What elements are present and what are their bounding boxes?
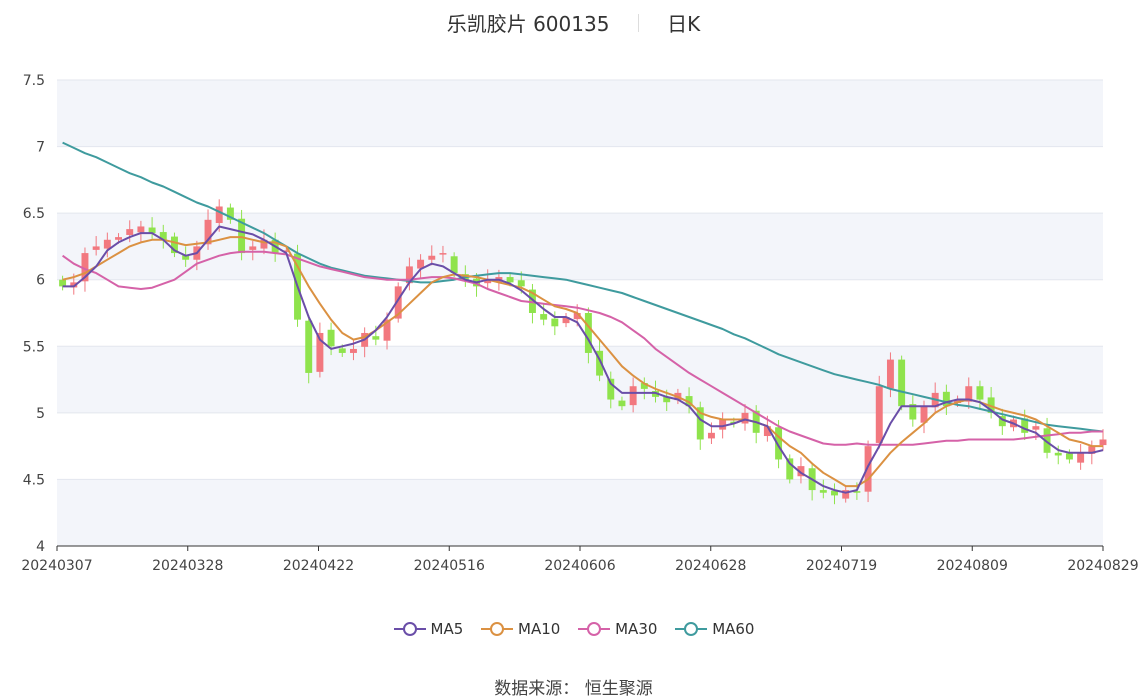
candle-body <box>786 458 794 480</box>
candle-body <box>126 229 134 235</box>
candle-body <box>137 226 145 233</box>
legend-label-ma60: MA60 <box>712 620 755 638</box>
x-tick-label: 20240719 <box>806 558 877 574</box>
candle-body <box>864 446 872 492</box>
ma60-legend-icon <box>675 622 708 636</box>
y-tick-label: 6.5 <box>23 206 45 222</box>
candle-body <box>506 277 514 283</box>
candle-body <box>1065 453 1073 460</box>
candle-body <box>719 419 727 430</box>
candle-body <box>428 255 436 260</box>
candle-body <box>439 253 447 255</box>
candle-body <box>115 237 122 240</box>
ma5-legend-icon <box>393 622 426 636</box>
legend-label-ma5: MA5 <box>430 620 464 638</box>
candle-body <box>551 318 559 327</box>
candle-body <box>1077 452 1085 463</box>
candle-body <box>707 432 715 439</box>
plot-band <box>57 213 1103 280</box>
candle-body <box>1054 452 1062 456</box>
candle-body <box>215 206 223 223</box>
x-tick-label: 20240328 <box>152 558 223 574</box>
x-tick-label: 20240307 <box>21 558 92 574</box>
candle-body <box>59 279 67 287</box>
candle-body <box>584 313 592 353</box>
legend-item-ma10[interactable]: MA10 <box>480 620 560 638</box>
legend-item-ma60[interactable]: MA60 <box>674 620 754 638</box>
legend-label-ma10: MA10 <box>518 620 561 638</box>
candle-body <box>898 359 906 407</box>
y-tick-label: 4 <box>36 539 45 555</box>
legend-item-ma5[interactable]: MA5 <box>393 620 464 638</box>
period-label[interactable]: 日K <box>667 8 700 37</box>
candle-body <box>875 386 883 443</box>
candle-body <box>886 359 894 389</box>
plot-band <box>57 80 1103 147</box>
candle-body <box>103 239 111 249</box>
y-tick-label: 4.5 <box>23 472 45 488</box>
candle-body <box>349 348 357 353</box>
x-tick-label: 20240829 <box>1067 558 1138 574</box>
y-tick-label: 5 <box>36 406 45 422</box>
title-separator <box>637 13 639 32</box>
x-tick-label: 20240516 <box>414 558 485 574</box>
kline-chart: 4 4.5 5 5.5 6 6.5 7 7.5 20240307 20240328 20240422… <box>21 73 1138 574</box>
y-tick-label: 7 <box>36 140 45 156</box>
chart-legend: MA5 MA10 MA30 MA60 <box>0 620 1147 641</box>
legend-item-ma30[interactable]: MA30 <box>577 620 657 638</box>
candle-body <box>1032 426 1040 430</box>
candle-body <box>517 280 525 287</box>
candle-body <box>976 386 984 400</box>
plot-band <box>57 479 1103 546</box>
stock-name-code: 乐凯胶片 600135 <box>446 12 610 36</box>
candle-body <box>618 400 626 407</box>
data-source: 数据来源： 恒生聚源 <box>494 679 653 699</box>
ma10-legend-icon <box>481 622 514 636</box>
x-tick-label: 20240422 <box>283 558 354 574</box>
candle-body <box>305 320 313 373</box>
chart-title: 乐凯胶片 600135 日K <box>0 8 1147 37</box>
ma30-legend-icon <box>578 622 611 636</box>
candle-body <box>540 314 548 320</box>
x-tick-label: 20240809 <box>937 558 1008 574</box>
y-tick-label: 5.5 <box>23 339 45 355</box>
candle-body <box>92 246 100 250</box>
candle-body <box>327 329 335 347</box>
legend-label-ma30: MA30 <box>615 620 658 638</box>
y-tick-label: 7.5 <box>23 73 45 89</box>
candle-body <box>1099 439 1107 446</box>
candle-body <box>338 348 346 353</box>
y-tick-label: 6 <box>36 273 45 289</box>
candle-body <box>819 490 827 493</box>
candle-body <box>741 412 749 424</box>
x-tick-label: 20240606 <box>544 558 615 574</box>
candle-body <box>249 246 257 250</box>
candle-body <box>372 336 380 340</box>
candle-body <box>629 386 637 406</box>
x-tick-label: 20240628 <box>675 558 746 574</box>
